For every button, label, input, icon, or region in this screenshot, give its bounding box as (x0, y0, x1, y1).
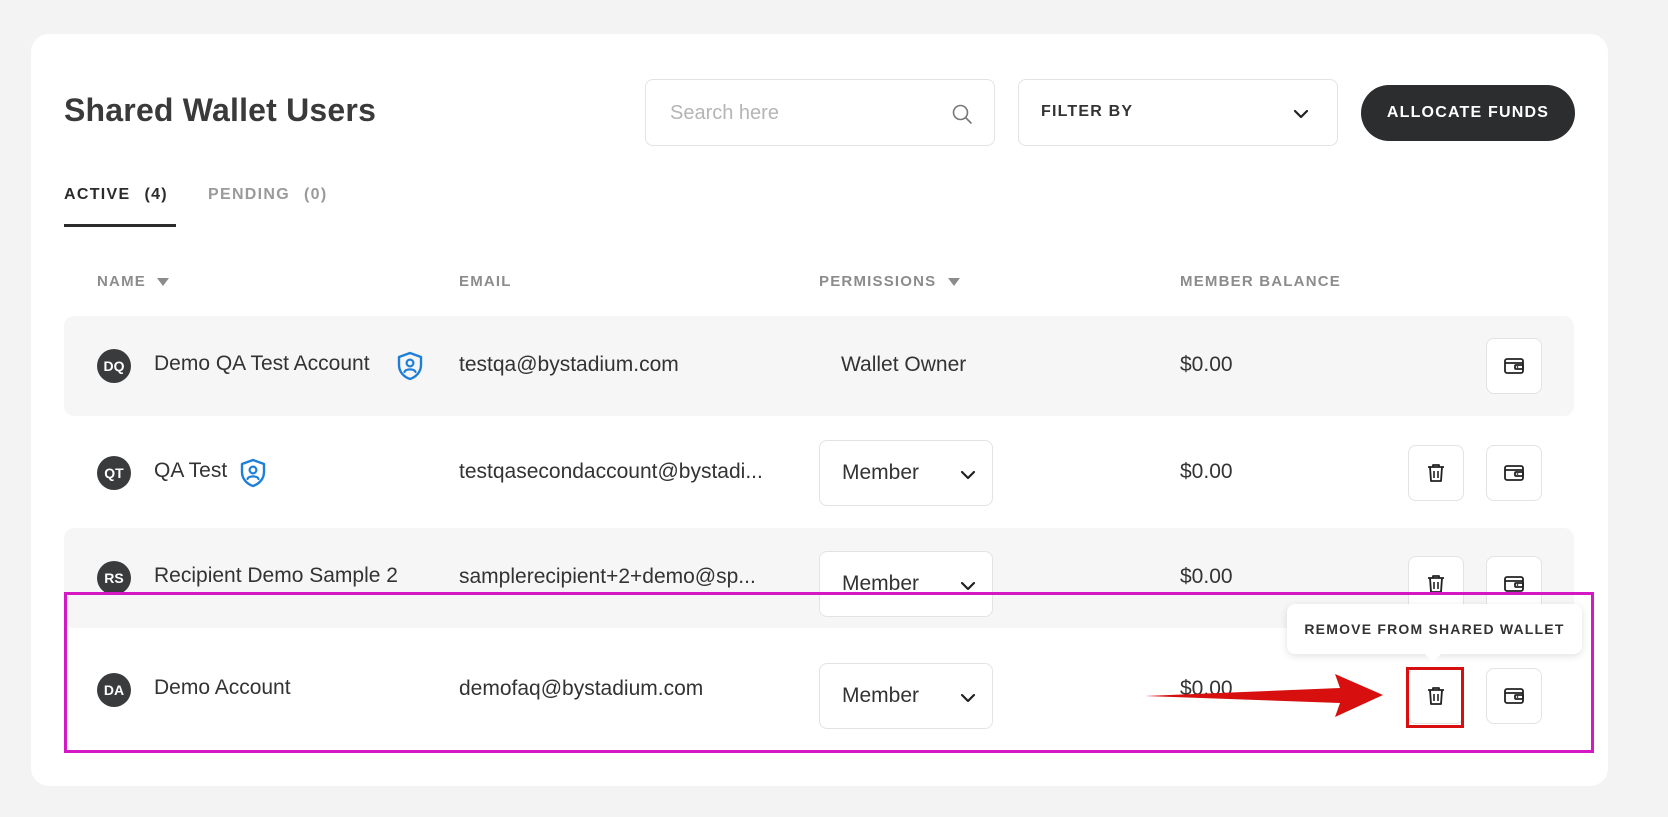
filter-label: FILTER BY (1041, 103, 1134, 120)
member-name: Demo Account (154, 676, 291, 699)
tab-pending-label: PENDING (208, 186, 290, 203)
chevron-down-icon (1293, 109, 1309, 119)
wallet-button[interactable] (1486, 338, 1542, 394)
search-icon[interactable] (950, 102, 974, 126)
chevron-down-icon (960, 693, 976, 703)
column-name-label: NAME (97, 273, 146, 290)
avatar: QT (97, 456, 131, 490)
remove-member-button[interactable] (1408, 445, 1464, 501)
wallet-icon (1504, 465, 1524, 481)
permission-dropdown[interactable]: Member (819, 551, 993, 617)
search-input[interactable] (668, 98, 938, 128)
wallet-button[interactable] (1486, 445, 1542, 501)
member-balance: $0.00 (1180, 353, 1233, 376)
column-header-email: EMAIL (459, 273, 512, 290)
member-name: QA Test (154, 459, 228, 482)
avatar: DQ (97, 349, 131, 383)
member-email: testqasecondaccount@bystadi... (459, 460, 763, 483)
member-balance: $0.00 (1180, 677, 1233, 700)
permission-value: Member (842, 461, 920, 484)
permission-label: Wallet Owner (841, 353, 967, 376)
tab-pending[interactable]: PENDING (0) (208, 186, 327, 204)
permission-dropdown[interactable]: Member (819, 663, 993, 729)
sort-caret-icon (947, 278, 960, 287)
sort-caret-icon (157, 278, 170, 287)
filter-by-dropdown[interactable]: FILTER BY (1018, 79, 1338, 146)
avatar: RS (97, 561, 131, 595)
column-permissions-label: PERMISSIONS (819, 273, 937, 290)
table-row: DQ Demo QA Test Account testqa@bystadium… (64, 316, 1574, 416)
avatar: DA (97, 673, 131, 707)
member-name: Demo QA Test Account (154, 352, 370, 375)
member-email: testqa@bystadium.com (459, 353, 679, 376)
column-header-member-balance: MEMBER BALANCE (1180, 273, 1341, 290)
member-email: demofaq@bystadium.com (459, 677, 704, 700)
wallet-icon (1504, 576, 1524, 592)
permission-value: Member (842, 572, 920, 595)
search-box[interactable] (645, 79, 995, 146)
table-row: QT QA Test testqasecondaccount@bystadi..… (64, 423, 1574, 523)
member-email: samplerecipient+2+demo@sp... (459, 565, 756, 588)
member-balance: $0.00 (1180, 460, 1233, 483)
column-header-name[interactable]: NAME (97, 273, 170, 290)
verified-shield-icon (240, 458, 266, 488)
verified-shield-icon (397, 351, 423, 381)
member-balance: $0.00 (1180, 565, 1233, 588)
trash-icon (1428, 464, 1444, 482)
table-row: DA Demo Account demofaq@bystadium.com Me… (64, 640, 1574, 740)
tab-active-count: (4) (144, 186, 168, 203)
wallet-icon (1504, 688, 1524, 704)
active-tab-indicator (64, 224, 176, 227)
trash-icon (1428, 687, 1444, 705)
tab-active[interactable]: ACTIVE (4) (64, 186, 168, 204)
column-header-permissions[interactable]: PERMISSIONS (819, 273, 961, 290)
tab-pending-count: (0) (304, 186, 328, 203)
wallet-icon (1504, 358, 1524, 374)
tab-active-label: ACTIVE (64, 186, 131, 203)
permission-dropdown[interactable]: Member (819, 440, 993, 506)
member-name: Recipient Demo Sample 2 (154, 564, 398, 587)
chevron-down-icon (960, 470, 976, 480)
permission-value: Member (842, 684, 920, 707)
wallet-button[interactable] (1486, 668, 1542, 724)
chevron-down-icon (960, 581, 976, 591)
trash-icon (1428, 575, 1444, 593)
remove-member-button[interactable] (1408, 668, 1464, 724)
remove-tooltip: REMOVE FROM SHARED WALLET (1287, 604, 1582, 662)
allocate-funds-button[interactable]: ALLOCATE FUNDS (1361, 85, 1575, 141)
page-title: Shared Wallet Users (64, 92, 377, 128)
